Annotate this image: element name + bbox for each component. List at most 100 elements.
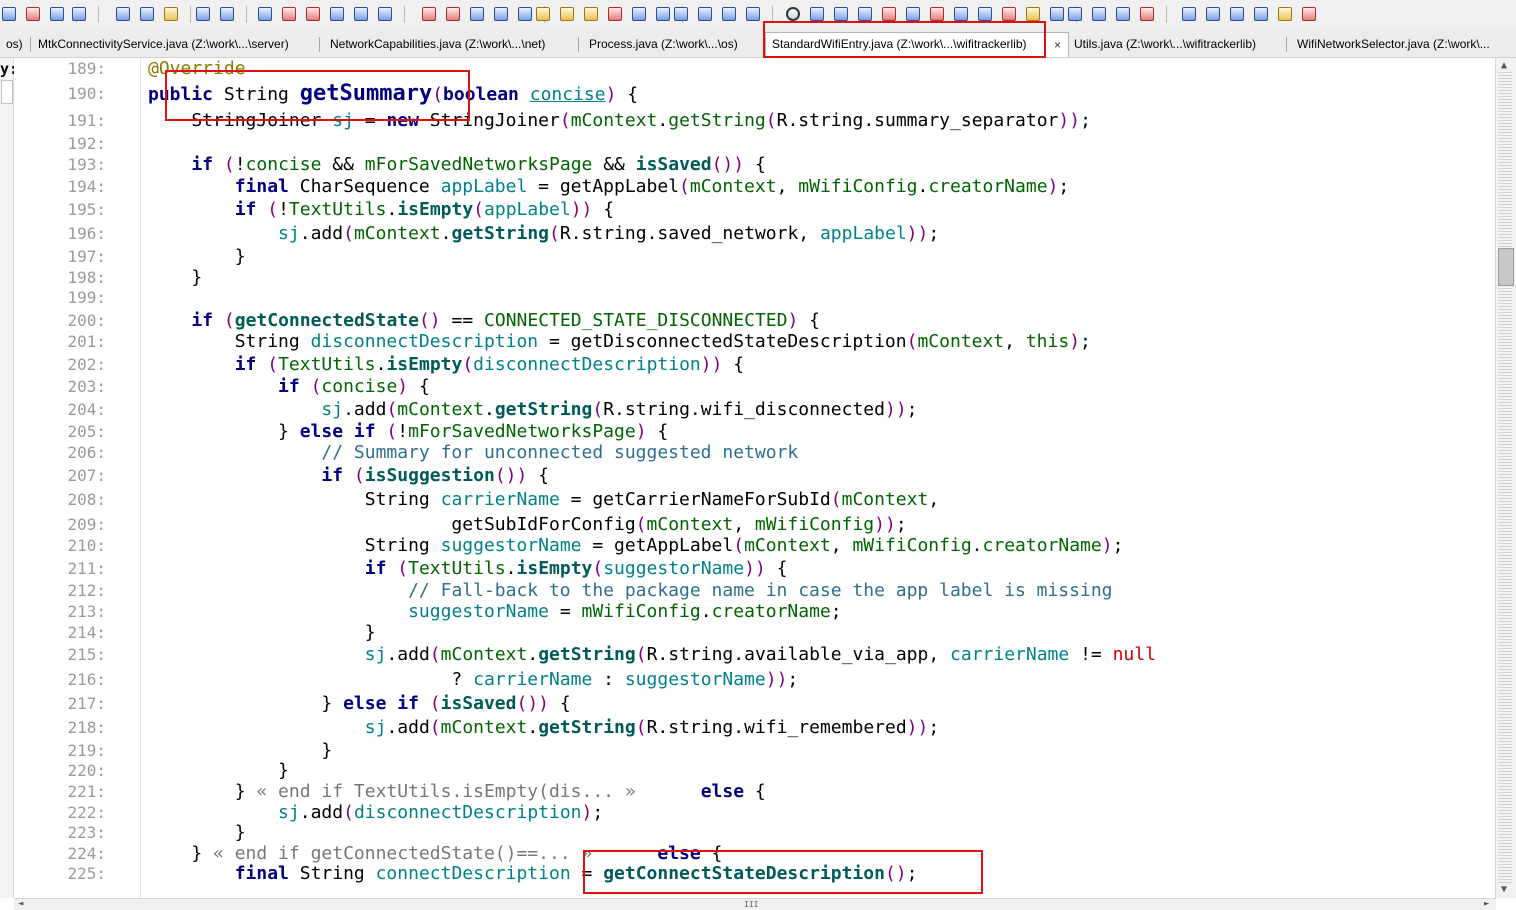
toolbar-button-icon[interactable] (786, 7, 800, 21)
code-line[interactable]: if (getConnectedState() == CONNECTED_STA… (148, 310, 820, 332)
code-line[interactable]: // Summary for unconnected suggested net… (148, 442, 798, 464)
code-line[interactable]: sj.add(disconnectDescription); (148, 802, 603, 824)
toolbar-button-icon[interactable] (1068, 7, 1082, 21)
toolbar-button-icon[interactable] (858, 7, 872, 21)
toolbar-button-icon[interactable] (834, 7, 848, 21)
toolbar-button-icon[interactable] (1302, 7, 1316, 21)
toolbar-button-icon[interactable] (354, 7, 368, 21)
code-line[interactable]: } « end if TextUtils.isEmpty(dis... » el… (148, 781, 766, 803)
toolbar-button-icon[interactable] (116, 7, 130, 21)
toolbar-button-icon[interactable] (378, 7, 392, 21)
code-line[interactable]: // Fall-back to the package name in case… (148, 580, 1112, 602)
code-line[interactable]: if (isSuggestion()) { (148, 465, 549, 487)
code-line[interactable]: final CharSequence appLabel = getAppLabe… (148, 176, 1070, 198)
scroll-left-icon[interactable]: ◄ (18, 899, 23, 909)
code-line[interactable]: String suggestorName = getAppLabel(mCont… (148, 535, 1124, 557)
toolbar-button-icon[interactable] (2, 7, 16, 21)
toolbar-button-icon[interactable] (954, 7, 968, 21)
vertical-scrollbar[interactable]: ▲ ▼ (1495, 58, 1516, 898)
toolbar-button-icon[interactable] (882, 7, 896, 21)
toolbar-button-icon[interactable] (1116, 7, 1130, 21)
toolbar-button-icon[interactable] (196, 7, 210, 21)
tab-networkcapabilities[interactable]: NetworkCapabilities.java (Z:\work\...\ne… (324, 34, 545, 54)
toolbar-button-icon[interactable] (1002, 7, 1016, 21)
toolbar-button-icon[interactable] (1278, 7, 1292, 21)
toolbar-button-icon[interactable] (330, 7, 344, 21)
toolbar-button-icon[interactable] (220, 7, 234, 21)
toolbar-button-icon[interactable] (494, 7, 508, 21)
code-editor[interactable]: @Override public String getSummary(boolea… (98, 58, 1496, 898)
scroll-thumb[interactable] (1498, 248, 1514, 286)
code-line[interactable]: } (148, 267, 202, 289)
code-line[interactable]: if (TextUtils.isEmpty(suggestorName)) { (148, 558, 788, 580)
code-token: getString (451, 223, 550, 244)
scroll-right-icon[interactable]: ► (1484, 899, 1489, 909)
toolbar-button-icon[interactable] (1182, 7, 1196, 21)
toolbar-button-icon[interactable] (1254, 7, 1268, 21)
toolbar-button-icon[interactable] (978, 7, 992, 21)
code-line[interactable]: if (!TextUtils.isEmpty(appLabel)) { (148, 199, 614, 221)
toolbar-button-icon[interactable] (1206, 7, 1220, 21)
tab-close-icon[interactable]: × (1054, 34, 1061, 56)
code-line[interactable]: String carrierName = getCarrierNameForSu… (148, 489, 939, 511)
tab-wifinetworkselector[interactable]: WifiNetworkSelector.java (Z:\work\... (1291, 34, 1490, 54)
code-line[interactable]: sj.add(mContext.getString(R.string.wifi_… (148, 399, 917, 421)
toolbar-button-icon[interactable] (50, 7, 64, 21)
toolbar-button-icon[interactable] (422, 7, 436, 21)
toolbar-button-icon[interactable] (810, 7, 824, 21)
tab-utils[interactable]: Utils.java (Z:\work\...\wifitrackerlib) (1068, 34, 1256, 54)
toolbar-button-icon[interactable] (282, 7, 296, 21)
toolbar-button-icon[interactable] (632, 7, 646, 21)
code-line[interactable]: if (concise) { (148, 376, 430, 398)
toolbar-button-icon[interactable] (1140, 7, 1154, 21)
toolbar-button-icon[interactable] (906, 7, 920, 21)
code-line[interactable]: suggestorName = mWifiConfig.creatorName; (148, 601, 842, 623)
toolbar-button-icon[interactable] (698, 7, 712, 21)
tab-mtkconnectivityservice[interactable]: MtkConnectivityService.java (Z:\work\...… (32, 34, 289, 54)
toolbar-button-icon[interactable] (306, 7, 320, 21)
toolbar-button-icon[interactable] (1092, 7, 1106, 21)
toolbar-button-icon[interactable] (518, 7, 532, 21)
tab-process[interactable]: Process.java (Z:\work\...\os) (583, 34, 738, 54)
code-line[interactable]: String disconnectDescription = getDiscon… (148, 331, 1091, 353)
scroll-grip[interactable]: III (744, 900, 758, 909)
code-line[interactable]: ? carrierName : suggestorName)); (148, 669, 798, 691)
toolbar-button-icon[interactable] (140, 7, 154, 21)
code-line[interactable]: } (148, 246, 246, 268)
toolbar-button-icon[interactable] (608, 7, 622, 21)
code-line[interactable]: } (148, 740, 332, 762)
toolbar-button-icon[interactable] (258, 7, 272, 21)
code-line[interactable]: } else if (isSaved()) { (148, 693, 570, 715)
toolbar-button-icon[interactable] (1230, 7, 1244, 21)
toolbar-button-icon[interactable] (164, 7, 178, 21)
toolbar-button-icon[interactable] (560, 7, 574, 21)
code-line[interactable]: } (148, 622, 376, 644)
toolbar-button-icon[interactable] (722, 7, 736, 21)
toolbar-button-icon[interactable] (674, 7, 688, 21)
toolbar-button-icon[interactable] (72, 7, 86, 21)
toolbar-button-icon[interactable] (536, 7, 550, 21)
toolbar-button-icon[interactable] (446, 7, 460, 21)
toolbar-button-icon[interactable] (1050, 7, 1064, 21)
code-line[interactable]: } (148, 760, 289, 782)
code-line[interactable]: getSubIdForConfig(mContext, mWifiConfig)… (148, 514, 906, 536)
toolbar-button-icon[interactable] (26, 7, 40, 21)
code-line[interactable]: } (148, 822, 246, 844)
horizontal-scrollbar[interactable]: ◄ III ► (14, 898, 1496, 910)
toolbar-button-icon[interactable] (584, 7, 598, 21)
code-line[interactable]: if (!concise && mForSavedNetworksPage &&… (148, 154, 765, 176)
toolbar-button-icon[interactable] (470, 7, 484, 21)
scroll-down-icon[interactable]: ▼ (1501, 884, 1507, 895)
toolbar-button-icon[interactable] (930, 7, 944, 21)
toolbar-button-icon[interactable] (656, 7, 670, 21)
code-line[interactable]: } else if (!mForSavedNetworksPage) { (148, 421, 668, 443)
code-line[interactable]: sj.add(mContext.getString(R.string.saved… (148, 223, 939, 245)
toolbar-button-icon[interactable] (746, 7, 760, 21)
tab-os[interactable]: os) (0, 34, 23, 54)
code-line[interactable]: sj.add(mContext.getString(R.string.avail… (148, 644, 1156, 666)
code-line[interactable]: if (TextUtils.isEmpty(disconnectDescript… (148, 354, 744, 376)
code-line[interactable]: sj.add(mContext.getString(R.string.wifi_… (148, 717, 939, 739)
scroll-up-icon[interactable]: ▲ (1501, 60, 1507, 71)
toolbar-button-icon[interactable] (1026, 7, 1040, 21)
